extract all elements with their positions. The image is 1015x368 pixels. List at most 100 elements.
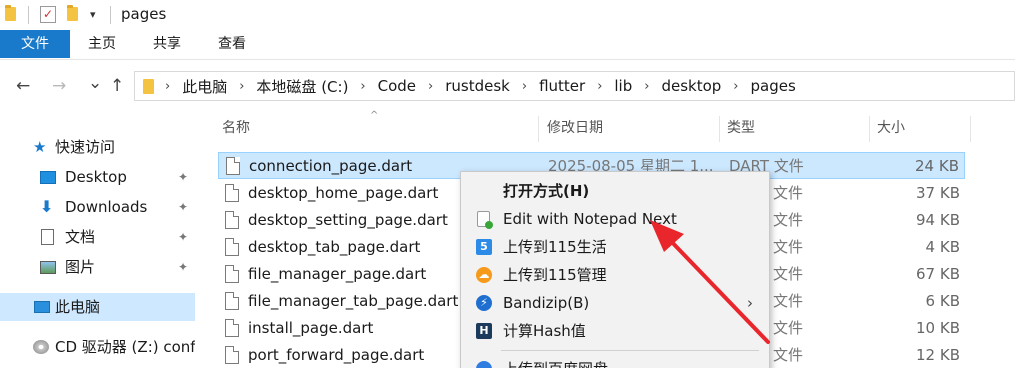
dart-file-icon xyxy=(225,238,239,256)
sidebar-item-label: 快速访问 xyxy=(55,138,116,156)
breadcrumb-separator[interactable]: › xyxy=(522,79,527,94)
file-type: 文件 xyxy=(773,184,804,202)
column-header-name[interactable]: 名称 xyxy=(222,112,250,144)
up-arrow-icon[interactable]: ↑ xyxy=(110,76,124,96)
file-size: 12 KB xyxy=(916,346,960,364)
breadcrumb-local-disk[interactable]: 本地磁盘 (C:) xyxy=(256,76,348,97)
breadcrumb-desktop[interactable]: desktop xyxy=(661,77,721,95)
sidebar-item-downloads[interactable]: ⬇ Downloads ✦ xyxy=(0,193,195,221)
menu-item-compute-hash[interactable]: H 计算Hash值 xyxy=(461,317,769,345)
file-type: 文件 xyxy=(773,346,804,364)
column-header-modified[interactable]: 修改日期 xyxy=(547,112,603,144)
file-type: 文件 xyxy=(773,238,804,256)
tab-share[interactable]: 共享 xyxy=(141,30,193,58)
sidebar-item-cd-drive[interactable]: CD 驱动器 (Z:) config xyxy=(0,333,195,361)
window-title: pages xyxy=(121,5,167,23)
sidebar-item-pictures[interactable]: 图片 ✦ xyxy=(0,253,195,281)
baidu-netdisk-icon: ☁ xyxy=(476,361,492,368)
115-life-icon: 5 xyxy=(476,239,492,255)
breadcrumb-code[interactable]: Code xyxy=(378,77,416,95)
breadcrumb-rustdesk[interactable]: rustdesk xyxy=(445,77,510,95)
menu-item-label: Bandizip(B) xyxy=(503,294,590,312)
file-size: 10 KB xyxy=(916,319,960,337)
file-name: desktop_setting_page.dart xyxy=(248,211,448,229)
file-type: 文件 xyxy=(773,319,804,337)
menu-item-label: 上传到115管理 xyxy=(503,266,607,284)
sidebar-item-label: Downloads xyxy=(65,198,148,216)
divider xyxy=(110,6,111,24)
new-folder-icon[interactable] xyxy=(67,5,78,21)
menu-item-bandizip[interactable]: ⚡ Bandizip(B) › xyxy=(461,289,769,317)
sidebar-item-this-pc[interactable]: 此电脑 xyxy=(0,293,195,321)
file-type: 文件 xyxy=(773,211,804,229)
pin-icon[interactable]: ✦ xyxy=(178,253,188,281)
file-name: file_manager_tab_page.dart xyxy=(248,292,459,310)
sidebar-item-documents[interactable]: 文档 ✦ xyxy=(0,223,195,251)
file-size: 67 KB xyxy=(916,265,960,283)
forward-arrow-icon[interactable]: → xyxy=(52,76,66,96)
breadcrumb-separator[interactable]: › xyxy=(239,79,244,94)
quick-access-toolbar-dropdown[interactable]: ▾ xyxy=(90,8,96,21)
pin-icon[interactable]: ✦ xyxy=(178,223,188,251)
file-size: 4 KB xyxy=(925,238,960,256)
file-explorer-window: ✓ ▾ pages 文件 主页 共享 查看 ← → ⌄ ↑ › 此电脑 › 本地… xyxy=(0,0,1015,368)
navigation-bar: ← → ⌄ ↑ › 此电脑 › 本地磁盘 (C:) › Code › rustd… xyxy=(0,60,1015,112)
menu-item-label: 上传到115生活 xyxy=(503,238,607,256)
downloads-icon: ⬇ xyxy=(40,197,54,216)
pictures-icon xyxy=(40,261,56,274)
menu-item-label: 计算Hash值 xyxy=(503,322,586,340)
column-header-size[interactable]: 大小 xyxy=(877,112,905,144)
breadcrumb-separator[interactable]: › xyxy=(165,79,170,94)
properties-checkmark-icon[interactable]: ✓ xyxy=(40,6,56,23)
sidebar-item-label: CD 驱动器 (Z:) config xyxy=(55,338,195,356)
star-icon: ★ xyxy=(33,138,47,156)
breadcrumb-separator[interactable]: › xyxy=(597,79,602,94)
menu-item-label: 打开方式(H) xyxy=(503,182,590,200)
menu-item-upload-115-life[interactable]: 5 上传到115生活 xyxy=(461,233,769,261)
tab-view[interactable]: 查看 xyxy=(206,30,258,58)
notepad-next-icon xyxy=(477,211,493,229)
file-size: 6 KB xyxy=(925,292,960,310)
column-divider[interactable] xyxy=(538,116,539,142)
dart-file-icon xyxy=(225,292,239,310)
breadcrumb-separator[interactable]: › xyxy=(360,79,365,94)
pin-icon[interactable]: ✦ xyxy=(178,193,188,221)
sidebar-item-desktop[interactable]: Desktop ✦ xyxy=(0,163,195,191)
menu-item-label: Edit with Notepad Next xyxy=(503,210,677,228)
navigation-pane: ★ 快速访问 Desktop ✦ ⬇ Downloads ✦ 文档 ✦ 图片 ✦… xyxy=(0,112,195,368)
documents-icon xyxy=(41,229,54,245)
dart-file-icon xyxy=(225,319,239,337)
tab-home[interactable]: 主页 xyxy=(76,30,128,58)
file-name: connection_page.dart xyxy=(249,157,413,175)
sidebar-item-label: 图片 xyxy=(65,258,96,276)
column-header-type[interactable]: 类型 xyxy=(727,112,755,144)
menu-item-open-with[interactable]: 打开方式(H) xyxy=(461,177,769,205)
breadcrumb-pages[interactable]: pages xyxy=(751,77,796,95)
tab-file[interactable]: 文件 xyxy=(0,30,70,58)
file-size: 94 KB xyxy=(916,211,960,229)
back-arrow-icon[interactable]: ← xyxy=(16,76,30,96)
address-bar[interactable]: › 此电脑 › 本地磁盘 (C:) › Code › rustdesk › fl… xyxy=(134,71,1015,101)
pin-icon[interactable]: ✦ xyxy=(178,163,188,191)
cd-drive-icon xyxy=(33,340,49,354)
menu-item-upload-baidu-netdisk[interactable]: ☁ 上传到百度网盘 xyxy=(461,355,769,368)
breadcrumb-this-pc[interactable]: 此电脑 xyxy=(182,76,227,97)
column-divider[interactable] xyxy=(869,116,870,142)
divider xyxy=(28,6,29,24)
breadcrumb-flutter[interactable]: flutter xyxy=(539,77,585,95)
dart-file-icon xyxy=(226,157,240,175)
file-size: 37 KB xyxy=(916,184,960,202)
column-divider[interactable] xyxy=(719,116,720,142)
menu-item-upload-115-manage[interactable]: ☁ 上传到115管理 xyxy=(461,261,769,289)
breadcrumb-separator[interactable]: › xyxy=(733,79,738,94)
recent-locations-chevron-icon[interactable]: ⌄ xyxy=(88,73,102,93)
menu-item-label: 上传到百度网盘 xyxy=(503,355,608,368)
column-divider[interactable] xyxy=(970,116,971,142)
breadcrumb-lib[interactable]: lib xyxy=(614,77,632,95)
submenu-chevron-icon: › xyxy=(747,294,753,312)
menu-item-edit-with-notepad-next[interactable]: Edit with Notepad Next xyxy=(461,205,769,233)
folder-icon xyxy=(143,79,154,94)
sidebar-item-quick-access[interactable]: ★ 快速访问 xyxy=(0,133,195,161)
breadcrumb-separator[interactable]: › xyxy=(428,79,433,94)
breadcrumb-separator[interactable]: › xyxy=(644,79,649,94)
